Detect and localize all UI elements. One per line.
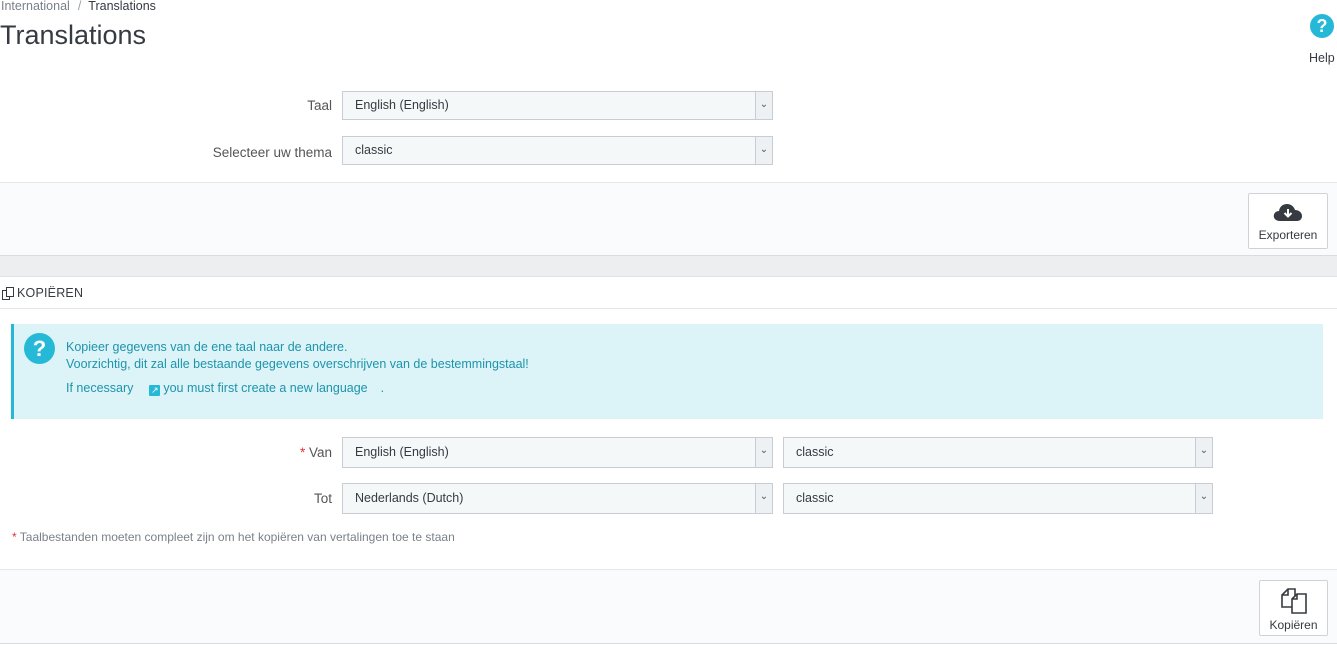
- to-label: Tot: [313, 491, 332, 506]
- from-theme-select[interactable]: classic ⌄: [783, 437, 1213, 468]
- chevron-down-icon: ⌄: [755, 484, 772, 513]
- copy-button[interactable]: Kopiëren: [1259, 580, 1328, 636]
- copy-icon: [2, 287, 14, 301]
- page-header: International / Translations Translations …: [0, 0, 1337, 92]
- panel-separator: [0, 256, 1337, 276]
- page-title: Translations: [0, 20, 147, 50]
- required-marker: *: [12, 530, 17, 544]
- copy-panel-heading: KOPIËREN: [0, 277, 1337, 309]
- from-label: * Van: [300, 445, 332, 460]
- alert-line-3-prefix: If necessary: [66, 381, 134, 395]
- alert-line-1: Kopieer gegevens van de ene taal naar de…: [66, 340, 348, 354]
- copy-panel: KOPIËREN ? Kopieer gegevens van de ene t…: [0, 276, 1337, 644]
- copy-button-label: Kopiëren: [1269, 618, 1318, 632]
- create-language-link-label: you must first create a new language: [163, 381, 368, 395]
- chevron-down-icon: ⌄: [755, 438, 772, 467]
- alert-line-3-suffix: .: [380, 381, 385, 395]
- create-language-link[interactable]: ↗ you must first create a new language: [149, 381, 368, 396]
- external-link-icon: ↗: [149, 385, 161, 396]
- alert-line-3: If necessary ↗ you must first create a ne…: [66, 381, 384, 396]
- chevron-down-icon: ⌄: [755, 137, 772, 164]
- from-language-value: English (English): [355, 445, 449, 459]
- language-select[interactable]: English (English) ⌄: [342, 91, 773, 120]
- info-alert: ? Kopieer gegevens van de ene taal naar …: [11, 324, 1323, 419]
- to-theme-select[interactable]: classic ⌄: [783, 483, 1213, 514]
- required-marker: *: [299, 445, 306, 460]
- breadcrumb-parent[interactable]: International: [1, 0, 70, 13]
- question-icon: ?: [24, 333, 55, 364]
- chevron-down-icon: ⌄: [755, 92, 772, 119]
- help-icon[interactable]: ?: [1310, 14, 1334, 38]
- cloud-download-icon: [1273, 204, 1302, 221]
- help-button[interactable]: ? Help: [1309, 14, 1337, 65]
- language-select-value: English (English): [355, 98, 449, 112]
- from-label-text: Van: [308, 445, 332, 460]
- language-label: Taal: [307, 98, 332, 113]
- copy-panel-title: KOPIËREN: [17, 286, 84, 300]
- required-note: * Taalbestanden moeten compleet zijn om …: [12, 530, 455, 544]
- export-button-label: Exporteren: [1258, 228, 1318, 242]
- from-language-select[interactable]: English (English) ⌄: [342, 437, 773, 468]
- theme-label: Selecteer uw thema: [212, 145, 332, 160]
- required-note-text: Taalbestanden moeten compleet zijn om he…: [19, 530, 455, 544]
- copy-panel-footer: Kopiëren: [0, 569, 1337, 644]
- to-language-select[interactable]: Nederlands (Dutch) ⌄: [342, 483, 773, 514]
- copy-icon: [1280, 588, 1307, 614]
- breadcrumb-current: Translations: [88, 0, 156, 13]
- export-panel-footer: Exporteren: [0, 182, 1337, 256]
- to-language-value: Nederlands (Dutch): [355, 491, 464, 505]
- theme-select[interactable]: classic ⌄: [342, 136, 773, 165]
- chevron-down-icon: ⌄: [1195, 484, 1212, 513]
- help-label[interactable]: Help: [1309, 51, 1337, 65]
- to-theme-value: classic: [796, 491, 834, 505]
- from-theme-value: classic: [796, 445, 834, 459]
- chevron-down-icon: ⌄: [1195, 438, 1212, 467]
- breadcrumb: International / Translations: [1, 0, 156, 13]
- alert-line-2: Voorzichtig, dit zal alle bestaande gege…: [66, 357, 529, 371]
- export-button[interactable]: Exporteren: [1248, 193, 1328, 249]
- theme-select-value: classic: [355, 143, 393, 157]
- export-panel: Taal English (English) ⌄ Selecteer uw th…: [0, 91, 1337, 256]
- breadcrumb-separator: /: [77, 0, 82, 13]
